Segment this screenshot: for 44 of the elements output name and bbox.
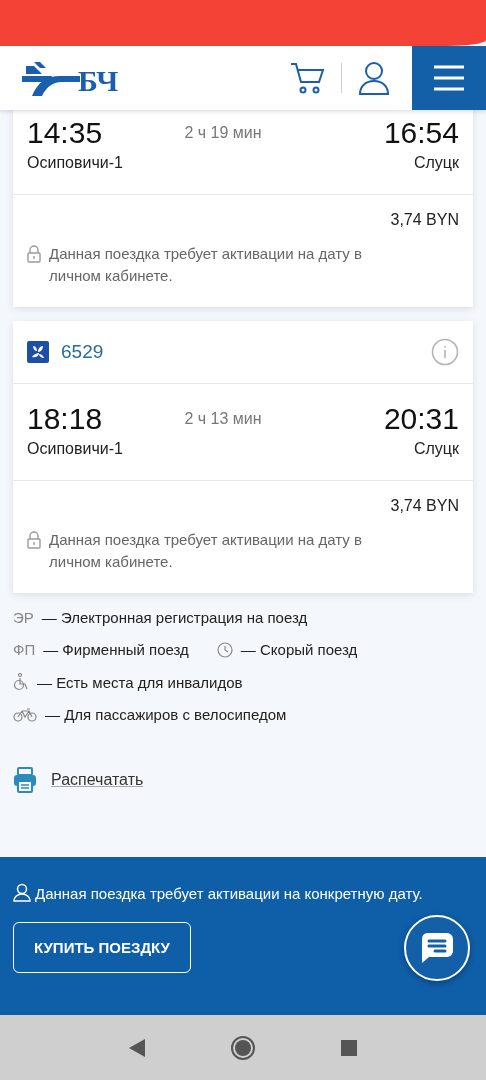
user-icon[interactable] — [358, 60, 390, 96]
legend-code: ФП — [13, 641, 36, 658]
departure-time: 18:18 — [27, 402, 103, 436]
clock-icon — [216, 641, 233, 658]
buy-trip-button[interactable]: КУПИТЬ ПОЕЗДКУ — [13, 922, 191, 973]
back-icon[interactable] — [129, 1038, 145, 1057]
lock-icon — [27, 245, 41, 263]
print-link[interactable]: Распечатать — [51, 771, 144, 789]
departure-time: 14:35 — [27, 116, 103, 150]
legend-text: — Фирменный поезд — [43, 641, 189, 658]
lock-icon — [27, 531, 41, 549]
cart-icon[interactable] — [289, 60, 325, 96]
home-icon[interactable] — [231, 1035, 255, 1060]
logo-text: БЧ — [78, 66, 119, 96]
trip-duration: 2 ч 13 мин — [184, 410, 262, 428]
chat-button[interactable] — [404, 915, 470, 981]
printer-icon[interactable] — [13, 767, 37, 793]
wheelchair-icon — [13, 673, 29, 691]
trip-duration: 2 ч 19 мин — [184, 124, 262, 142]
legend-text: — Есть места для инвалидов — [37, 673, 243, 691]
user-icon — [13, 883, 31, 902]
bicycle-icon — [13, 707, 37, 722]
legend-text: — Для пассажиров с велосипедом — [45, 706, 287, 723]
activation-note: Данная поездка требует активации на дату в личном кабинете. — [49, 244, 363, 286]
arrival-station: Слуцк — [413, 440, 459, 458]
menu-icon — [434, 65, 464, 91]
departure-station: Осиповичи-1 — [27, 440, 123, 458]
arrival-station: Слуцк — [413, 154, 459, 172]
departure-station: Осиповичи-1 — [27, 154, 123, 172]
activation-note: Данная поездка требует активации на дату в личном кабинете. — [49, 530, 363, 572]
train-number[interactable]: 6529 — [61, 341, 104, 363]
arrival-time: 16:54 — [383, 116, 459, 150]
menu-button[interactable] — [412, 46, 486, 110]
arrival-time: 20:31 — [383, 402, 459, 436]
legend-code: ЭР — [13, 609, 34, 626]
legend-text: — Скорый поезд — [240, 641, 358, 658]
ticket-price: 3,74 BYN — [390, 497, 459, 515]
chat-icon — [419, 931, 455, 965]
recents-icon[interactable] — [341, 1039, 357, 1056]
ticket-price: 3,74 BYN — [390, 211, 459, 229]
legend-text: — Электронная регистрация на поезд — [41, 609, 308, 626]
activation-note: Данная поездка требует активации на конкретную дату. — [35, 884, 423, 904]
logo-icon — [20, 60, 80, 96]
train-badge-icon — [27, 341, 49, 363]
